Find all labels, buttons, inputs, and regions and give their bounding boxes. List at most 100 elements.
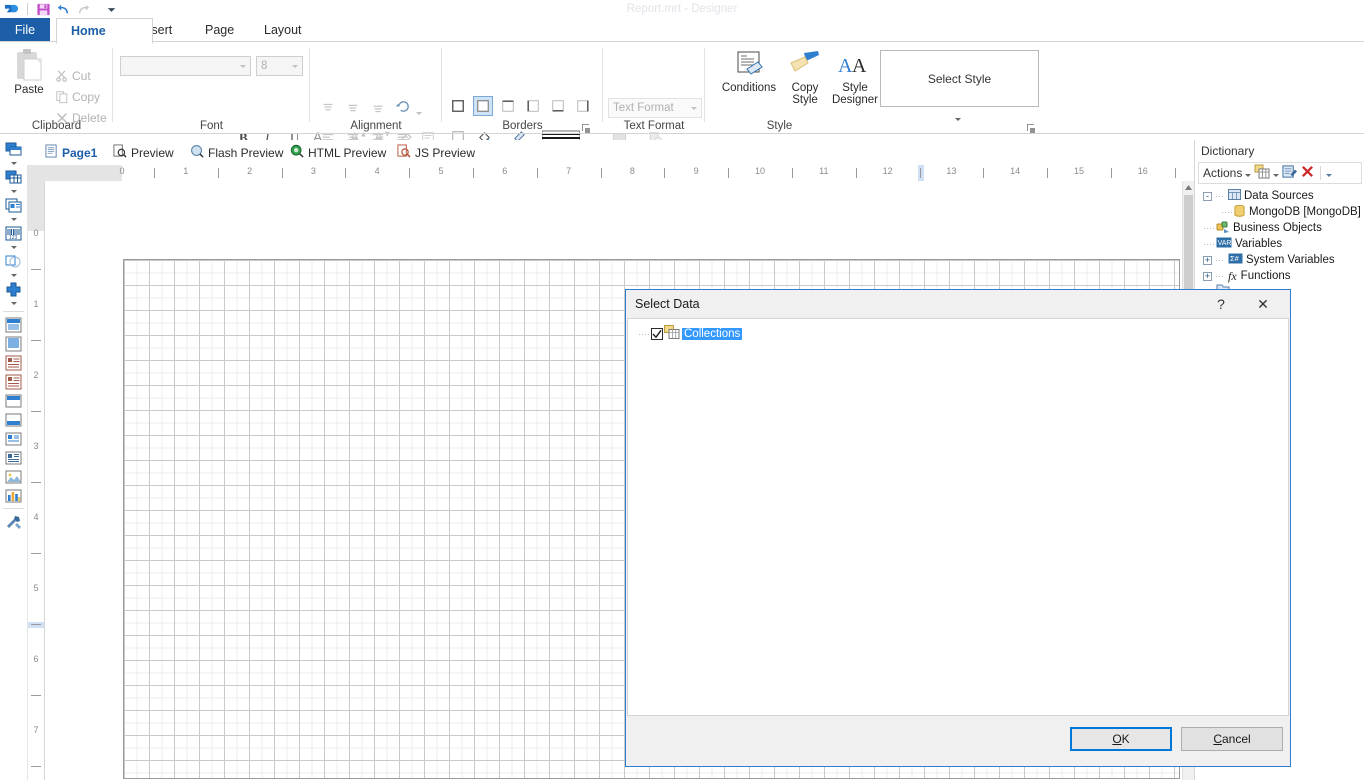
edit-item-icon[interactable]: [1282, 164, 1298, 182]
scroll-up-arrow-icon[interactable]: [1183, 181, 1194, 193]
font-size-combo[interactable]: 8: [256, 56, 303, 76]
page-tab-preview[interactable]: Preview: [105, 140, 182, 165]
new-item-icon[interactable]: [1254, 164, 1270, 182]
text-tool-chevron-icon[interactable]: [0, 215, 27, 224]
align-top-icon[interactable]: [318, 98, 338, 118]
collections-checkbox[interactable]: [651, 327, 663, 340]
ribbon-group-font: 8 B I U A A▲ A▼ Font: [113, 42, 412, 146]
paste-button[interactable]: Paste: [8, 48, 50, 97]
ribbon-tab-page[interactable]: Page: [191, 18, 248, 42]
page-tab-js-preview[interactable]: JS Preview: [389, 140, 483, 165]
cross-tab-tool-chevron-icon[interactable]: [0, 299, 27, 308]
border-all-icon[interactable]: [448, 96, 468, 116]
ok-button[interactable]: OK: [1070, 727, 1172, 751]
ruler-tick: [31, 694, 41, 696]
chart-tool[interactable]: [0, 486, 27, 505]
align-middle-icon[interactable]: [343, 98, 363, 118]
select-style-chevron-icon[interactable]: [955, 110, 961, 124]
border-left-icon[interactable]: [523, 96, 543, 116]
copy-style-line1: Copy: [791, 82, 819, 94]
sub-report-tool[interactable]: [0, 410, 27, 429]
font-name-combo[interactable]: [120, 56, 251, 76]
text-tool[interactable]: [0, 196, 27, 215]
footer-band-tool[interactable]: [0, 334, 27, 353]
border-right-icon[interactable]: [573, 96, 593, 116]
new-item-chevron-icon[interactable]: [1273, 166, 1280, 180]
ribbon-tab-layout[interactable]: Layout: [250, 18, 316, 42]
page-tab-flash-preview[interactable]: Flash Preview: [182, 140, 291, 165]
rich-text-tool[interactable]: [0, 372, 27, 391]
ruler-number: 12: [882, 166, 893, 176]
ribbon: Paste Cut Copy Delete Clipboard 8 B I U …: [0, 42, 1364, 146]
style-dialog-launcher-icon[interactable]: [1027, 122, 1036, 133]
vertical-ruler[interactable]: 012345678: [28, 181, 45, 780]
ribbon-group-borders: Borders: [442, 42, 603, 146]
ruler-number: 2: [33, 370, 39, 380]
preview-icon: [113, 144, 127, 161]
ruler-number: 0: [119, 166, 125, 176]
cross-tab-tool[interactable]: [0, 280, 27, 299]
barcode-tool[interactable]: 123: [0, 224, 27, 243]
tree-connector: ····: [1203, 223, 1215, 233]
expander-icon[interactable]: +: [1203, 271, 1212, 281]
quick-access-more-icon[interactable]: [104, 2, 119, 17]
shape-tool-chevron-icon[interactable]: [0, 271, 27, 280]
actions-button[interactable]: Actions: [1203, 166, 1242, 180]
page-tab-page1[interactable]: Page1: [37, 140, 106, 167]
text-rotation-icon[interactable]: [393, 96, 413, 116]
tree-item-variables[interactable]: ···· VAR Variables: [1199, 236, 1364, 252]
horizontal-ruler[interactable]: 0 1 2 3 4 5 6 7 8 9 10 11 12 13 14 15 16: [27, 165, 1194, 182]
dialog-content[interactable]: ····· Collections: [627, 318, 1289, 716]
page-tab-html-preview[interactable]: HTML Preview: [282, 140, 394, 165]
conditions-button[interactable]: Conditions: [716, 50, 782, 95]
borders-dialog-launcher-icon[interactable]: [582, 122, 591, 133]
expander-icon[interactable]: -: [1203, 191, 1212, 201]
ribbon-tab-home[interactable]: Home: [56, 18, 153, 44]
panel-tool[interactable]: [0, 391, 27, 410]
dialog-tree-item-collections[interactable]: ····· Collections: [638, 325, 1288, 342]
text-field-tool[interactable]: [0, 448, 27, 467]
tree-item-mongodb[interactable]: ···· MongoDB [MongoDB]: [1199, 204, 1364, 220]
dialog-close-button[interactable]: ✕: [1246, 290, 1280, 318]
options-tool[interactable]: [0, 512, 27, 531]
ribbon-tab-file[interactable]: File: [0, 18, 50, 42]
redo-icon[interactable]: [76, 2, 91, 17]
text-rotation-chevron-icon[interactable]: [416, 104, 422, 118]
border-bottom-icon[interactable]: [548, 96, 568, 116]
tree-item-data-sources[interactable]: - ··· Data Sources: [1199, 188, 1364, 204]
tree-item-business-objects[interactable]: ···· Business Objects: [1199, 220, 1364, 236]
align-bottom-icon[interactable]: [368, 98, 388, 118]
data-band-tool[interactable]: [0, 168, 27, 187]
select-style-box[interactable]: Select Style: [880, 50, 1039, 107]
undo-icon[interactable]: [56, 2, 71, 17]
dialog-help-button[interactable]: ?: [1204, 290, 1238, 318]
delete-item-icon[interactable]: [1300, 164, 1315, 182]
actions-chevron-icon[interactable]: [1245, 166, 1252, 180]
ok-accel: O: [1112, 732, 1122, 746]
ruler-number: 7: [33, 725, 39, 735]
tree-item-system-variables[interactable]: + ··· Σ# System Variables: [1199, 252, 1364, 268]
text-box-tool[interactable]: [0, 353, 27, 372]
save-icon[interactable]: [36, 2, 51, 17]
border-box-icon[interactable]: [473, 96, 493, 116]
data-band-tool-chevron-icon[interactable]: [0, 187, 27, 196]
border-top-icon[interactable]: [498, 96, 518, 116]
header-band-tool[interactable]: [0, 315, 27, 334]
copy-style-button[interactable]: Copy Style: [785, 50, 825, 106]
ruler-number: 3: [310, 166, 316, 176]
checkbox-tool[interactable]: [0, 429, 27, 448]
text-format-combo[interactable]: Text Format: [608, 98, 702, 118]
app-logo-icon[interactable]: [4, 2, 19, 17]
band-tool-chevron-icon[interactable]: [0, 159, 27, 168]
expander-icon[interactable]: +: [1203, 255, 1212, 265]
cut-button[interactable]: Cut: [52, 66, 91, 86]
image-tool[interactable]: [0, 467, 27, 486]
copy-button[interactable]: Copy: [52, 87, 100, 107]
barcode-tool-chevron-icon[interactable]: [0, 243, 27, 252]
style-designer-button[interactable]: A A Style Designer: [829, 50, 881, 106]
tree-item-functions[interactable]: + ··· fx Functions: [1199, 268, 1364, 284]
cancel-button[interactable]: Cancel: [1181, 727, 1283, 751]
shape-tool[interactable]: [0, 252, 27, 271]
more-actions-icon[interactable]: [1326, 166, 1333, 180]
band-tool[interactable]: [0, 140, 27, 159]
